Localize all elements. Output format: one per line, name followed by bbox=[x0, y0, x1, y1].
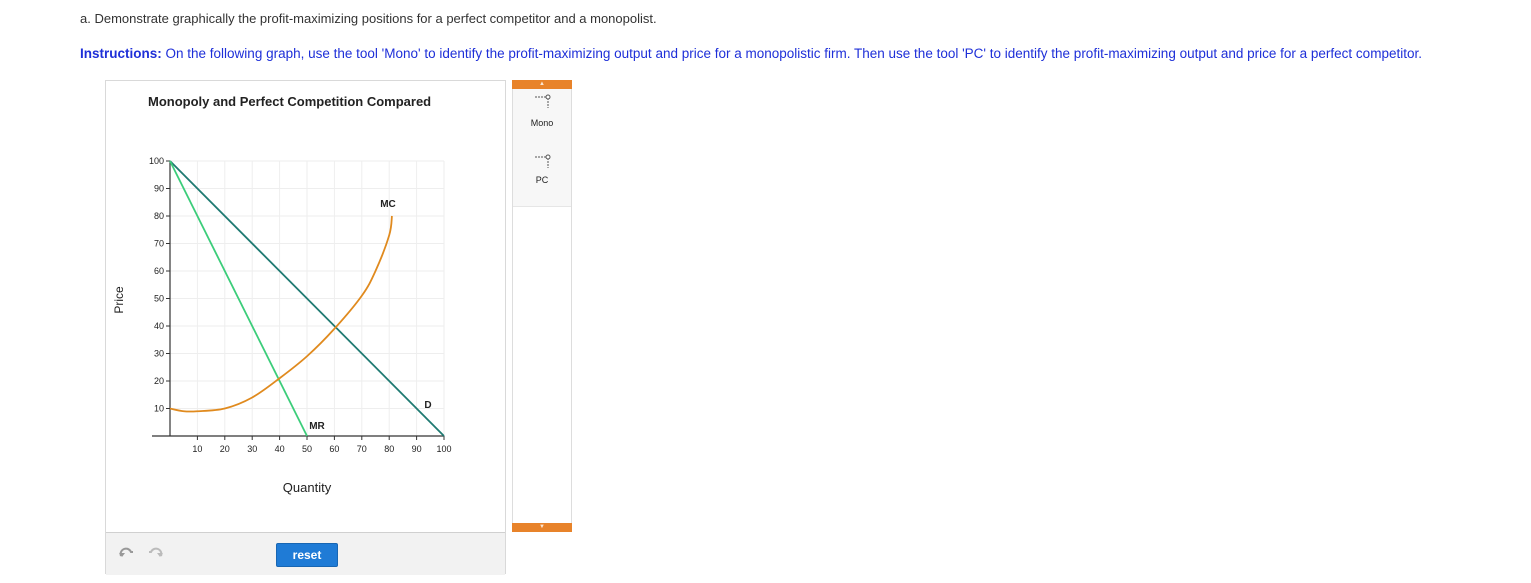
y-tick-label: 50 bbox=[154, 294, 164, 304]
x-tick-label: 90 bbox=[412, 444, 422, 454]
tool-list: Mono PC bbox=[513, 89, 571, 207]
y-tick-label: 40 bbox=[154, 321, 164, 331]
y-tick-label: 30 bbox=[154, 349, 164, 359]
x-tick-label: 50 bbox=[302, 444, 312, 454]
instructions-text: Instructions: On the following graph, us… bbox=[80, 46, 1422, 61]
toolbox: ▲ Mono PC ▼ bbox=[512, 80, 572, 532]
y-axis-label: Price bbox=[112, 286, 126, 314]
x-tick-label: 70 bbox=[357, 444, 367, 454]
y-tick-label: 80 bbox=[154, 211, 164, 221]
tool-pc-label: PC bbox=[535, 175, 549, 185]
toolbox-scroll-up[interactable]: ▲ bbox=[512, 80, 572, 89]
y-tick-label: 20 bbox=[154, 376, 164, 386]
point-drop-line-icon bbox=[535, 154, 551, 168]
curve-label-mc: MC bbox=[380, 199, 396, 210]
x-tick-label: 60 bbox=[329, 444, 339, 454]
tool-mono[interactable]: Mono bbox=[513, 89, 571, 139]
curve-label-d: D bbox=[424, 400, 431, 411]
tool-pc[interactable]: PC bbox=[513, 149, 571, 199]
question-text: a. Demonstrate graphically the profit-ma… bbox=[80, 11, 657, 26]
toolbox-scroll-down[interactable]: ▼ bbox=[512, 523, 572, 532]
x-tick-label: 30 bbox=[247, 444, 257, 454]
x-tick-label: 100 bbox=[436, 444, 451, 454]
y-tick-label: 90 bbox=[154, 184, 164, 194]
reset-button[interactable]: reset bbox=[276, 543, 338, 567]
x-axis-label: Quantity bbox=[283, 480, 332, 495]
x-tick-label: 20 bbox=[220, 444, 230, 454]
undo-icon[interactable] bbox=[118, 547, 136, 561]
y-tick-label: 100 bbox=[149, 156, 164, 166]
x-tick-label: 80 bbox=[384, 444, 394, 454]
chart-area[interactable]: 10 20 30 40 50 60 70 80 90 100 10 20 30 40 50 60 70 80 90 1… bbox=[106, 81, 505, 531]
y-tick-label: 60 bbox=[154, 266, 164, 276]
tool-mono-label: Mono bbox=[530, 118, 554, 128]
y-tick-label: 10 bbox=[154, 404, 164, 414]
graph-panel: Monopoly and Perfect Competition Compare… bbox=[105, 80, 506, 575]
point-drop-line-icon bbox=[535, 94, 551, 108]
graph-footer: reset bbox=[106, 532, 505, 575]
redo-icon[interactable] bbox=[146, 547, 164, 561]
x-tick-label: 40 bbox=[275, 444, 285, 454]
x-tick-label: 10 bbox=[192, 444, 202, 454]
y-tick-label: 70 bbox=[154, 239, 164, 249]
curve-label-mr: MR bbox=[309, 421, 325, 432]
instructions-body: On the following graph, use the tool 'Mo… bbox=[161, 46, 1422, 61]
instructions-label: Instructions: bbox=[80, 46, 162, 61]
